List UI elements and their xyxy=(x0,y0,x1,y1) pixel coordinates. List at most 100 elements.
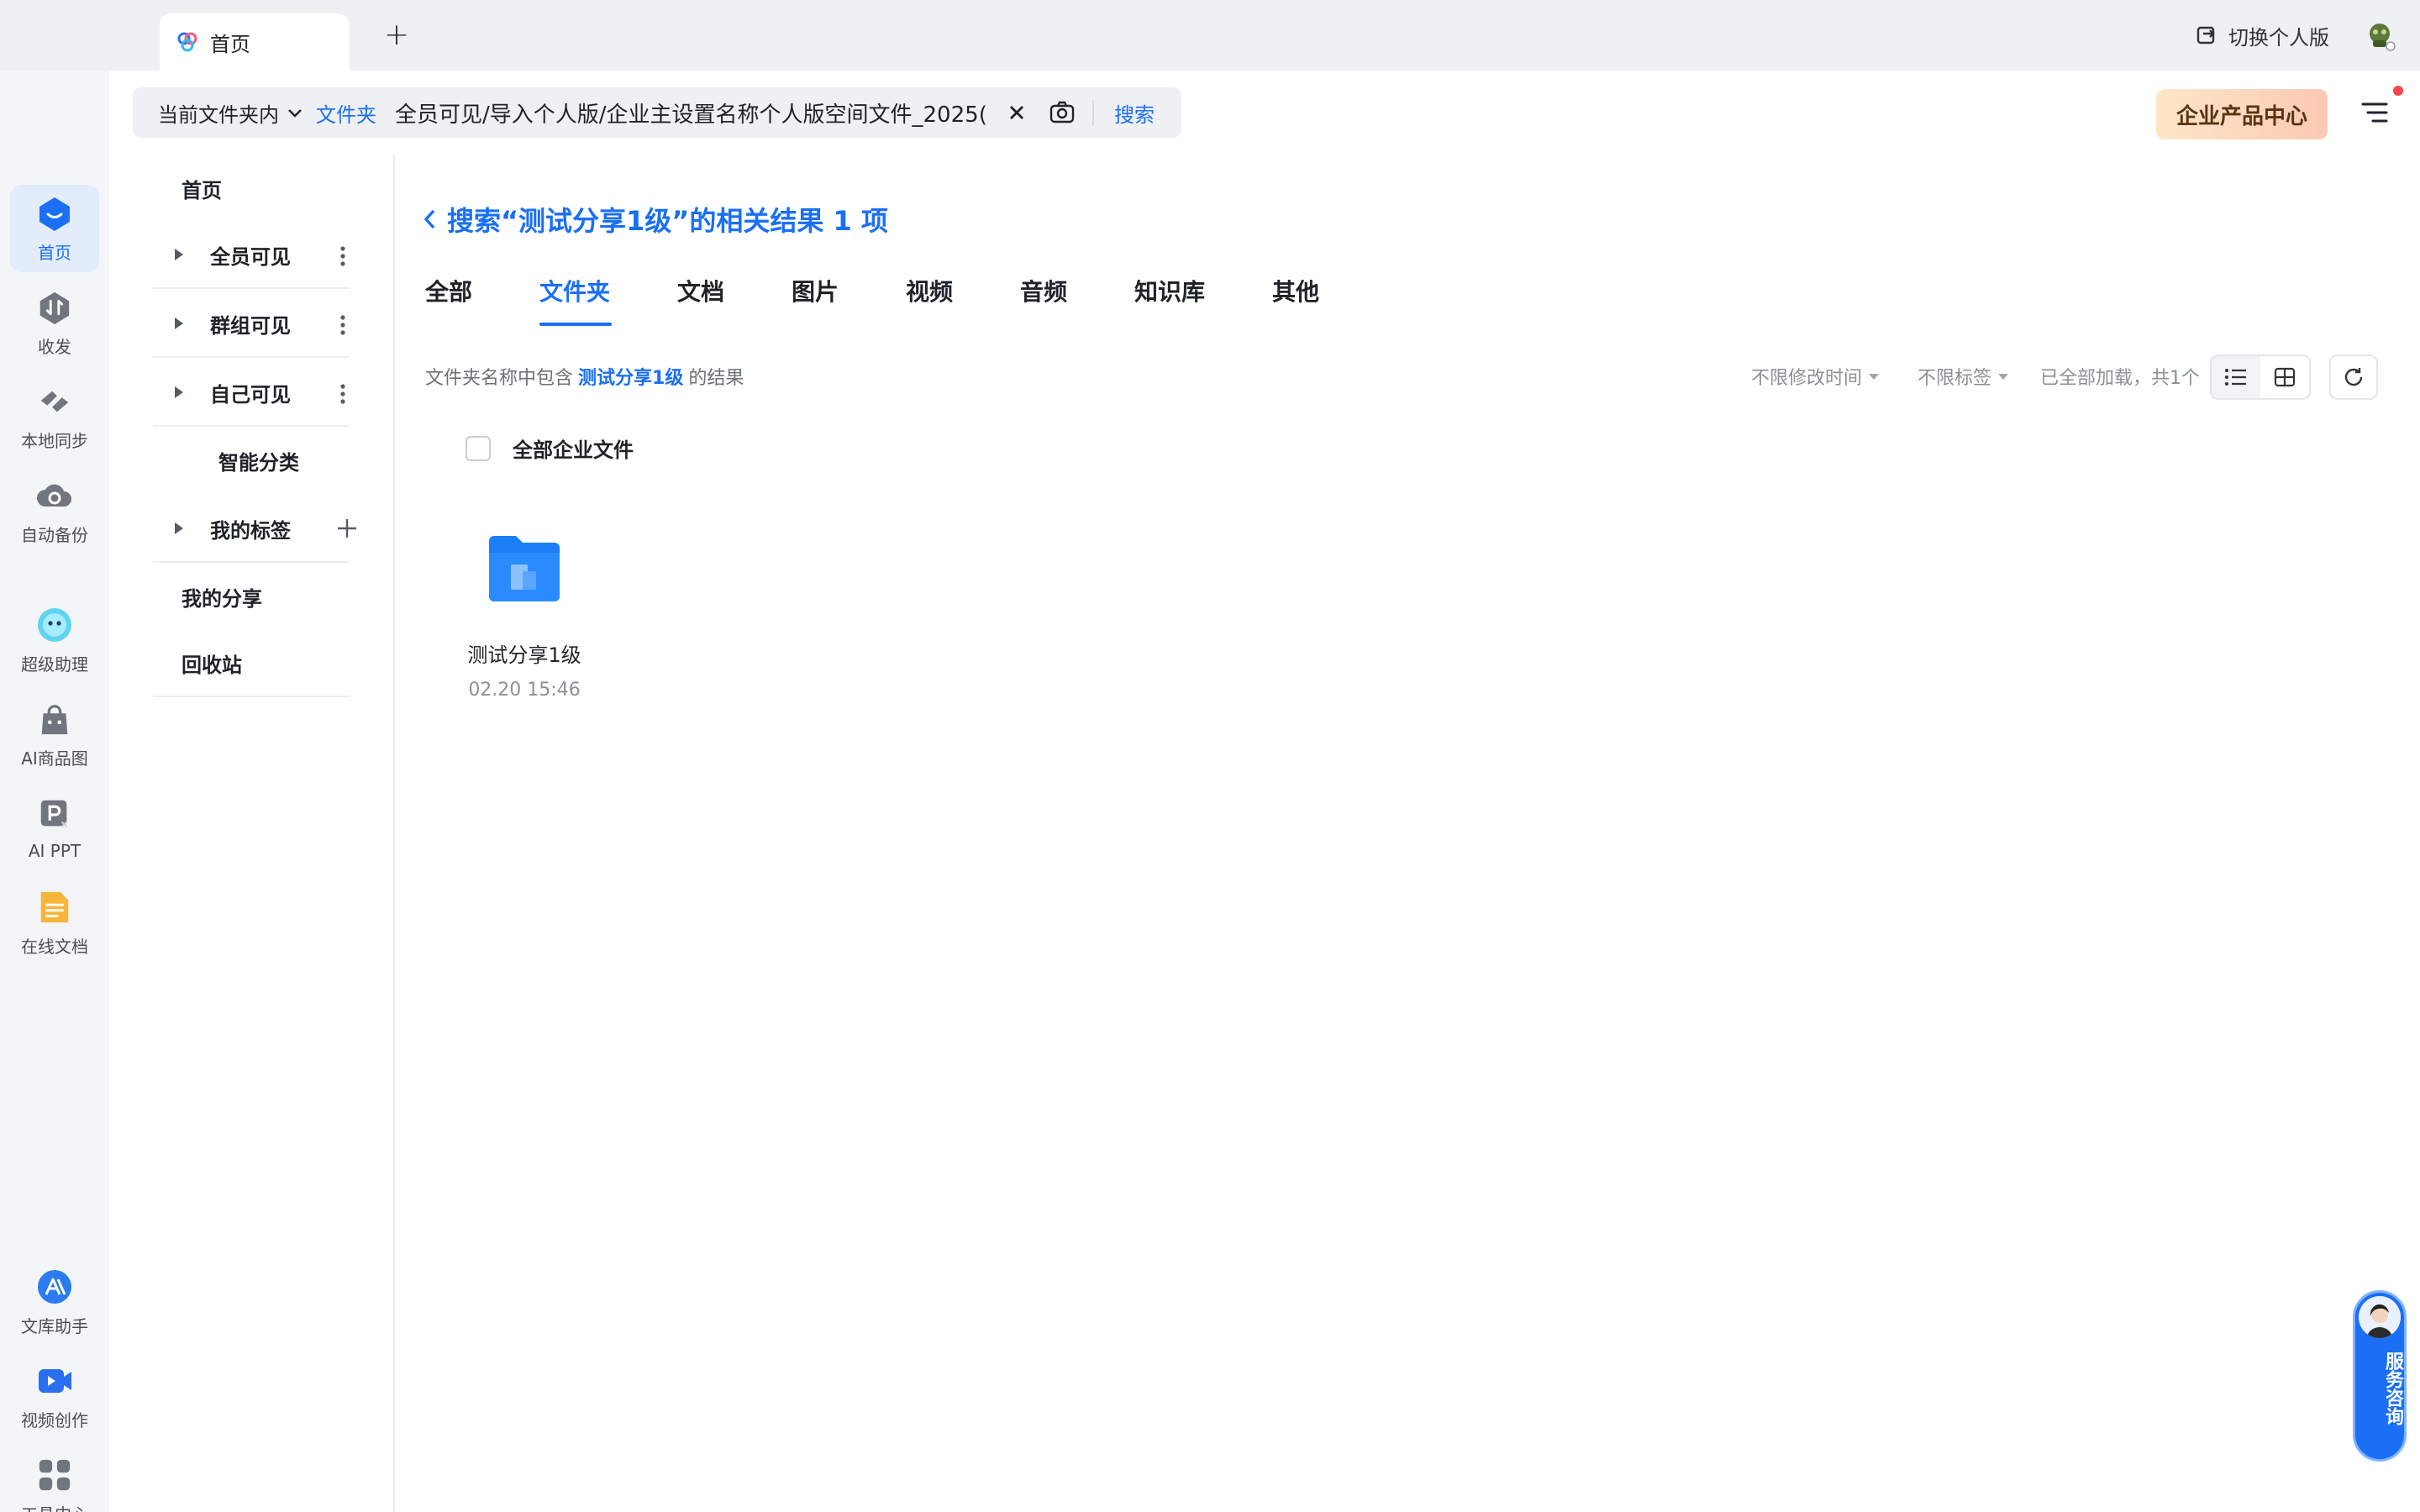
more-vertical-icon[interactable] xyxy=(339,383,346,405)
tab-all[interactable]: 全部 xyxy=(425,274,472,307)
list-view-icon xyxy=(2225,369,2246,386)
nav-item-home[interactable]: 首页 xyxy=(153,155,350,222)
nav-label: 自己可见 xyxy=(210,382,291,407)
library-assistant-icon xyxy=(35,1268,74,1306)
tools-icon xyxy=(35,1456,74,1494)
more-vertical-icon[interactable] xyxy=(339,245,346,267)
tab-image[interactable]: 图片 xyxy=(792,274,839,307)
chevron-left-icon[interactable] xyxy=(422,207,437,231)
summary-suffix: 的结果 xyxy=(688,368,744,389)
folder-filter-chip[interactable]: 文件夹 xyxy=(316,98,376,128)
rail-label: AI PPT xyxy=(28,841,82,861)
rail-label: AI商品图 xyxy=(21,748,88,769)
search-button[interactable]: 搜索 xyxy=(1114,98,1155,128)
rail-item-transfer[interactable]: 收发 xyxy=(10,279,99,366)
results-title: 搜索“测试分享1级”的相关结果 1 项 xyxy=(447,205,888,237)
file-name: 测试分享1级 xyxy=(467,643,581,667)
nav-label: 全员可见 xyxy=(210,244,291,269)
transfer-icon xyxy=(35,288,74,327)
nav-item-smart-category[interactable]: 智能分类 xyxy=(153,427,350,494)
video-create-icon xyxy=(35,1362,74,1400)
rail-item-tools[interactable]: 工具中心 xyxy=(10,1446,99,1512)
search-scope-dropdown[interactable]: 当前文件夹内 xyxy=(133,98,309,128)
tab-document[interactable]: 文档 xyxy=(677,274,724,307)
nav-item-all-visible[interactable]: 全员可见 xyxy=(153,222,350,289)
refresh-icon xyxy=(2344,368,2363,386)
backup-icon xyxy=(35,476,74,515)
switch-personal-button[interactable]: 切换个人版 xyxy=(2195,18,2329,52)
search-summary: 文件夹名称中包含 测试分享1级 的结果 xyxy=(425,363,744,390)
nav-item-recycle-bin[interactable]: 回收站 xyxy=(153,630,350,697)
new-tab-button[interactable]: + xyxy=(380,15,413,55)
caret-right-icon[interactable] xyxy=(173,385,190,400)
nav-item-group-visible[interactable]: 群组可见 xyxy=(153,291,350,358)
select-all-checkbox[interactable] xyxy=(466,435,491,461)
nav-label: 首页 xyxy=(182,178,222,202)
notification-dot xyxy=(2393,86,2403,96)
clear-search-button[interactable] xyxy=(1005,101,1028,124)
caret-right-icon[interactable] xyxy=(173,521,190,536)
more-vertical-icon[interactable] xyxy=(339,314,346,336)
ai-product-icon xyxy=(35,700,74,738)
summary-keyword: 测试分享1级 xyxy=(578,368,684,389)
tab-folder[interactable]: 文件夹 xyxy=(539,274,610,307)
select-all-row: 全部企业文件 xyxy=(466,433,634,463)
rail-item-auto-backup[interactable]: 自动备份 xyxy=(10,467,99,554)
divider xyxy=(1092,100,1094,125)
rail-item-super-assistant[interactable]: 超级助理 xyxy=(10,596,99,684)
filter-time-dropdown[interactable]: 不限修改时间 xyxy=(1751,363,1881,390)
folder-icon xyxy=(489,536,560,601)
tab-knowledge-base[interactable]: 知识库 xyxy=(1134,274,1205,307)
active-tab-indicator xyxy=(539,323,612,326)
nav-label: 我的标签 xyxy=(210,518,291,543)
browser-tab-home[interactable]: 首页 xyxy=(160,13,350,71)
select-all-label: 全部企业文件 xyxy=(513,438,634,462)
refresh-button[interactable] xyxy=(2329,354,2378,400)
add-tag-icon[interactable] xyxy=(333,514,361,543)
filter-time-label: 不限修改时间 xyxy=(1751,368,1863,389)
file-card[interactable]: 测试分享1级 02.20 15:46 xyxy=(460,529,588,701)
nav-item-self-visible[interactable]: 自己可见 xyxy=(153,360,350,427)
search-input[interactable]: 全员可见/导入个人版/企业主设置名称个人版空间文件_2025( xyxy=(395,97,992,129)
rail-item-video-create[interactable]: 视频创作 xyxy=(10,1352,99,1440)
tab-other[interactable]: 其他 xyxy=(1272,274,1319,307)
nav-label: 智能分类 xyxy=(218,450,299,475)
nav-item-my-shares[interactable]: 我的分享 xyxy=(153,563,350,630)
caret-down-icon xyxy=(1869,374,1880,380)
rail-item-local-sync[interactable]: 本地同步 xyxy=(10,373,99,460)
search-bar: 当前文件夹内 文件夹 全员可见/导入个人版/企业主设置名称个人版空间文件_202… xyxy=(133,87,1181,138)
caret-right-icon[interactable] xyxy=(173,316,190,331)
caret-right-icon[interactable] xyxy=(173,247,190,262)
switch-icon xyxy=(2196,26,2215,45)
app-logo-icon xyxy=(177,32,197,52)
tab-label: 首页 xyxy=(210,32,250,56)
left-rail: 首页 收发 本地同步 自动备份 超级助理 AI商品图 AI PPT 在线文档 文… xyxy=(0,71,109,1512)
service-consult-button[interactable]: 服务咨询 xyxy=(2353,1290,2407,1462)
rail-item-home[interactable]: 首页 xyxy=(10,185,99,272)
view-toggle xyxy=(2210,354,2311,400)
list-view-button[interactable] xyxy=(2212,356,2260,398)
rail-label: 文库助手 xyxy=(21,1315,88,1336)
enterprise-center-button[interactable]: 企业产品中心 xyxy=(2156,89,2328,139)
rail-label: 超级助理 xyxy=(21,654,88,675)
tab-audio[interactable]: 音频 xyxy=(1020,274,1067,307)
rail-item-library-assistant[interactable]: 文库助手 xyxy=(10,1258,99,1346)
grid-view-button[interactable] xyxy=(2260,356,2309,398)
nav-label: 我的分享 xyxy=(182,586,262,611)
rail-item-ai-product[interactable]: AI商品图 xyxy=(10,690,99,778)
menu-icon[interactable] xyxy=(2360,97,2390,128)
camera-icon xyxy=(1050,101,1075,123)
image-search-button[interactable] xyxy=(1047,97,1077,128)
nav-item-my-tags[interactable]: 我的标签 xyxy=(153,496,356,563)
user-avatar[interactable] xyxy=(2363,18,2396,52)
rail-item-online-doc[interactable]: 在线文档 xyxy=(10,879,99,966)
rail-label: 收发 xyxy=(38,336,71,357)
filter-tag-dropdown[interactable]: 不限标签 xyxy=(1918,363,2010,390)
rail-item-ai-ppt[interactable]: AI PPT xyxy=(10,785,99,872)
tab-video[interactable]: 视频 xyxy=(906,274,953,307)
search-results-header[interactable]: 搜索“测试分享1级”的相关结果 1 项 xyxy=(422,200,888,239)
title-bar: 首页 + 切换个人版 xyxy=(0,0,2420,71)
nav-label: 回收站 xyxy=(182,653,242,677)
online-doc-icon xyxy=(35,888,74,927)
rail-label: 首页 xyxy=(38,242,71,263)
